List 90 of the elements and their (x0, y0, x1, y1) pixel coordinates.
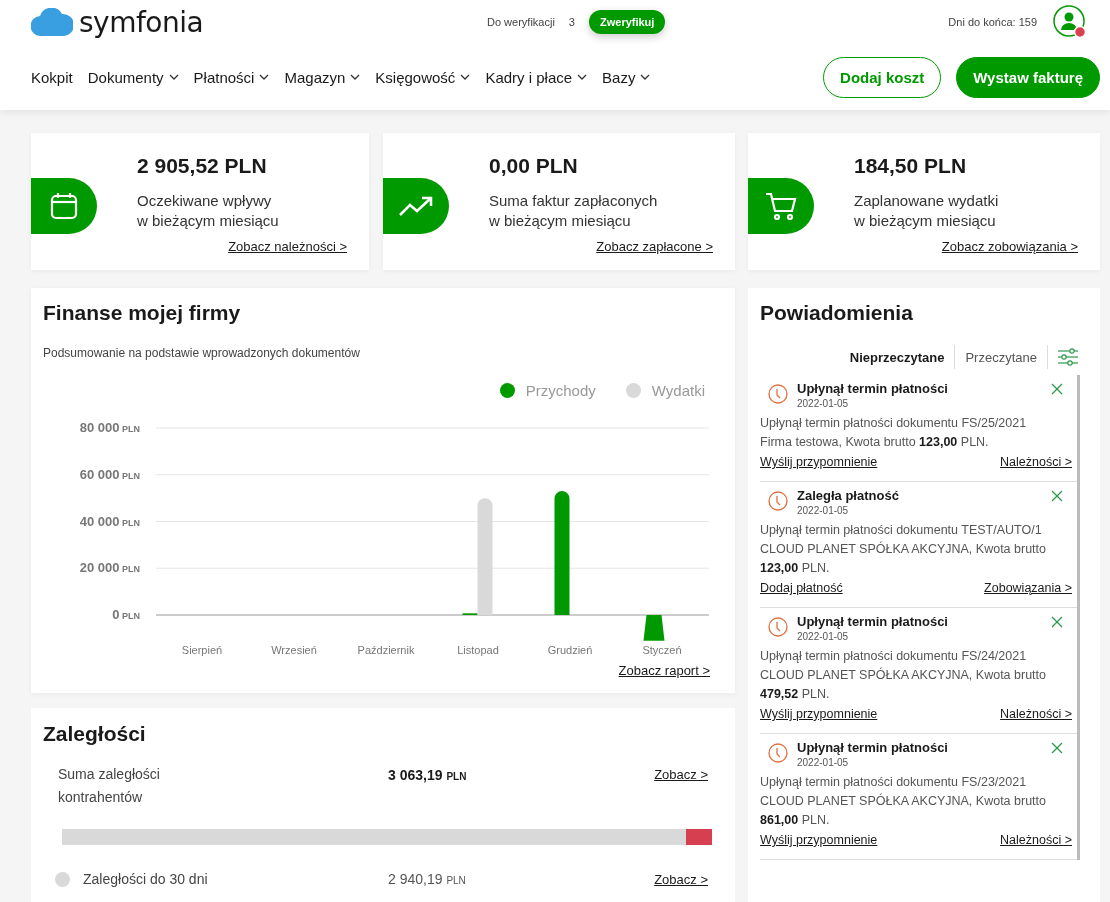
trend-up-icon (398, 195, 434, 217)
clock-icon (768, 491, 788, 511)
overdue-label: Zaległości do 30 dni (83, 871, 208, 887)
category-label: Sierpień (181, 644, 223, 656)
notification-link[interactable]: Należności > (1000, 455, 1072, 469)
verify-button[interactable]: Zweryfikuj (589, 10, 666, 34)
notification-title: Upłynął termin płatności (797, 380, 949, 397)
add-cost-button[interactable]: Dodaj koszt (823, 56, 942, 98)
description-text: Oczekiwane wpływy w bieżącym miesiącu (137, 191, 280, 231)
see-link[interactable]: Zobacz > (654, 763, 708, 782)
action-link[interactable]: Wyślij przypomnienie (760, 707, 878, 721)
amount-text: 0,00 PLN (489, 153, 579, 179)
axis-label: 80 000 PLN (79, 420, 140, 435)
nav-item[interactable]: Księgowość (375, 68, 471, 86)
notification-title: Zaległa płatność (797, 487, 900, 504)
amount-text: 2 905,52 PLN (137, 153, 268, 179)
legend-label: Wydatki (651, 382, 705, 399)
chevron-down-icon (350, 74, 361, 80)
amount-text: 2 940,19 PLN (388, 871, 467, 887)
logo-text: symfonia (79, 5, 204, 39)
nav-item[interactable]: Magazyn (284, 68, 361, 86)
card-link[interactable]: Zobacz zapłacone > (596, 239, 713, 254)
clock-icon (768, 384, 788, 404)
clock-icon (768, 743, 788, 763)
nav-item[interactable]: Kadry i płace (485, 68, 588, 86)
notification-date: 2022-01-05 (797, 504, 850, 517)
category-label: Grudzień (547, 644, 593, 656)
axis-label: 0 PLN (112, 607, 140, 622)
cart-icon (765, 191, 797, 221)
category-label: Wrzesień (271, 644, 317, 656)
notification-title: Upłynął termin płatności (797, 613, 949, 630)
notification-title: Upłynął termin płatności (797, 739, 949, 756)
calendar-icon (49, 191, 79, 221)
issue-invoice-button[interactable]: Wystaw fakturę (956, 56, 1100, 98)
notification-text: Upłynął termin płatności dokumentu FS/24/2021 CLOUD PLANET SPÓŁKA AKCYJNA, Kwota brutto 479,52 PLN. (760, 648, 1047, 703)
section-title: Powiadomienia (760, 300, 914, 326)
chevron-down-icon (577, 74, 588, 80)
notification-date: 2022-01-05 (797, 397, 850, 410)
description-text: Suma faktur zapłaconych w bieżącym miesiącu (489, 191, 659, 231)
card-link[interactable]: Zobacz zobowiązania > (941, 239, 1078, 254)
days-left-text: Dni do końca: 159 (948, 16, 1037, 28)
report-link[interactable]: Zobacz raport > (618, 663, 710, 678)
chart-bar (643, 615, 665, 641)
action-link[interactable]: Wyślij przypomnienie (760, 833, 878, 847)
notification-link[interactable]: Należności > (1000, 833, 1072, 847)
close-icon[interactable] (1051, 616, 1063, 628)
axis-label: 20 000 PLN (79, 560, 140, 576)
nav-item[interactable]: Bazy (602, 68, 651, 86)
verification-label: Do weryfikacji (487, 16, 555, 28)
section-title: Zaległości (43, 721, 147, 747)
notification-text: Upłynął termin płatności dokumentu FS/25/2021 Firma testowa, Kwota brutto 123,00 PLN. (760, 415, 1028, 451)
notification-tab[interactable]: Nieprzeczytane (839, 349, 955, 365)
card-link[interactable]: Zobacz należności > (228, 239, 347, 254)
axis-label: 60 000 PLN (79, 466, 140, 482)
close-icon[interactable] (1051, 490, 1063, 502)
total-amount: 3 063,19 PLN (388, 766, 468, 783)
category-label: Listopad (457, 644, 499, 656)
notification-text: Upłynął termin płatności dokumentu TEST/AUTO/1 CLOUD PLANET SPÓŁKA AKCYJNA, Kwota brutto 123,00 PLN. (760, 522, 1047, 577)
notification-tab[interactable]: Przeczytane (955, 349, 1047, 365)
action-link[interactable]: Dodaj płatność (760, 581, 843, 595)
nav-item[interactable]: Dokumenty (87, 68, 179, 86)
notification-text: Upłynął termin płatności dokumentu FS/23/2021 CLOUD PLANET SPÓŁKA AKCYJNA, Kwota brutto 861,00 PLN. (760, 774, 1047, 829)
user-avatar-icon[interactable] (1053, 5, 1087, 39)
notification-date: 2022-01-05 (797, 630, 850, 643)
amount-text: 184,50 PLN (854, 153, 968, 179)
action-link[interactable]: Wyślij przypomnienie (760, 455, 878, 469)
category-label: Styczeń (642, 644, 682, 656)
notification-link[interactable]: Należności > (1000, 707, 1072, 721)
clock-icon (768, 617, 788, 637)
axis-label: 40 000 PLN (79, 513, 140, 529)
filter-icon[interactable] (1058, 347, 1078, 367)
chevron-down-icon (460, 74, 471, 80)
legend-label: Przychody (525, 382, 596, 399)
chevron-down-icon (640, 74, 651, 80)
notification-link[interactable]: Zobowiązania > (984, 581, 1072, 595)
close-icon[interactable] (1051, 383, 1063, 395)
chevron-down-icon (168, 74, 179, 80)
nav-item[interactable]: Kokpit (31, 68, 73, 86)
section-subtitle: Podsumowanie na podstawie wprowadzonych dokumentów (43, 346, 361, 360)
section-title: Finanse mojej firmy (43, 300, 242, 326)
nav-item[interactable]: Płatności (193, 68, 270, 86)
chevron-down-icon (259, 74, 270, 80)
description-text: Zaplanowane wydatki w bieżącym miesiącu (854, 191, 1000, 231)
close-icon[interactable] (1051, 742, 1063, 754)
verification-count: 3 (568, 16, 575, 28)
total-label: Suma zaległości kontrahentów (58, 765, 161, 807)
notification-date: 2022-01-05 (797, 756, 850, 769)
see-link[interactable]: Zobacz > (654, 871, 708, 887)
cloud-logo-icon (31, 8, 73, 36)
category-label: Październik (357, 644, 415, 656)
